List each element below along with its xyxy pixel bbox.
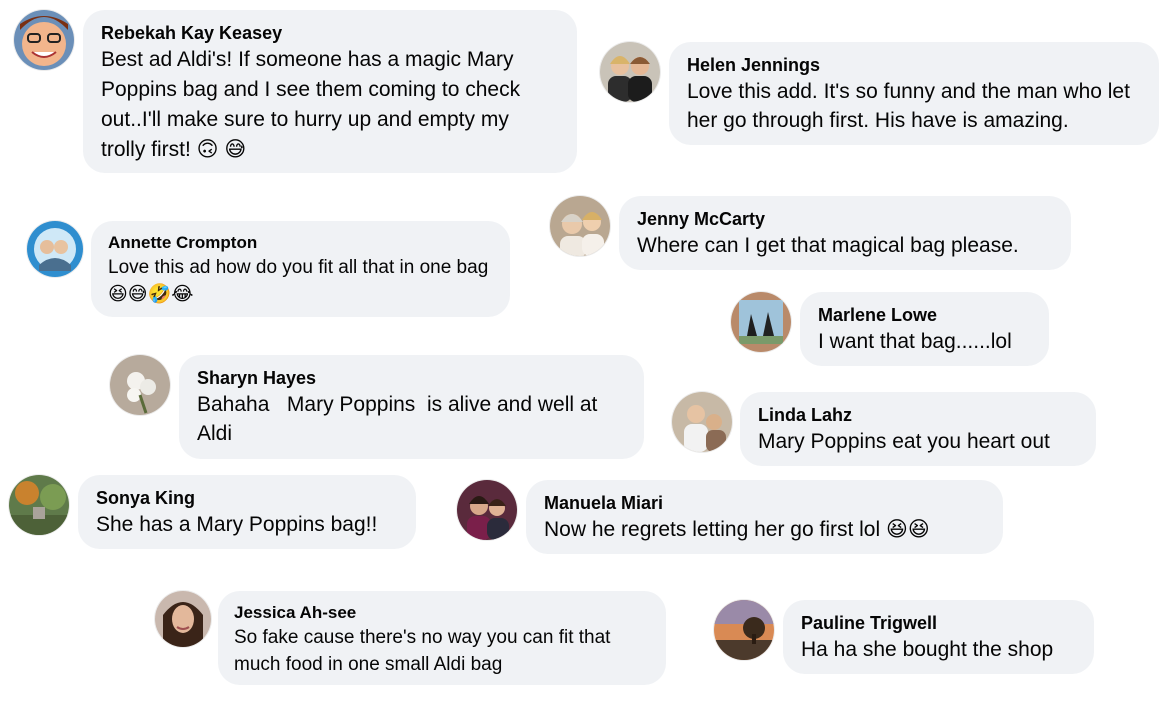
comment-text: She has a Mary Poppins bag!! — [96, 513, 378, 536]
avatar[interactable] — [155, 591, 211, 647]
comment-bubble: Manuela Miari Now he regrets letting her… — [526, 480, 1003, 554]
comment-text: Where can I get that magical bag please. — [637, 234, 1019, 257]
comment-bubble: Linda Lahz Mary Poppins eat you heart ou… — [740, 392, 1096, 466]
avatar[interactable] — [9, 475, 69, 535]
comment-bubble: Sonya King She has a Mary Poppins bag!! — [78, 475, 416, 549]
comment-text: Bahaha Mary Poppins is alive and well at… — [197, 393, 603, 445]
avatar[interactable] — [110, 355, 170, 415]
two-people-photo-avatar-icon — [600, 42, 660, 102]
comment-author[interactable]: Marlene Lowe — [818, 303, 1031, 327]
comment-author[interactable]: Sonya King — [96, 486, 398, 510]
comment-author[interactable]: Helen Jennings — [687, 53, 1141, 77]
comment-bubble: Jenny McCarty Where can I get that magic… — [619, 196, 1071, 270]
avatar[interactable] — [457, 480, 517, 540]
comment-text: Now he regrets letting her go first lol … — [544, 518, 930, 541]
comment-author[interactable]: Jessica Ah-see — [234, 601, 650, 624]
avatar[interactable] — [672, 392, 732, 452]
comment-bubble: Marlene Lowe I want that bag......lol — [800, 292, 1049, 366]
comment-text: Love this ad how do you fit all that in … — [108, 257, 489, 305]
avatar[interactable] — [27, 221, 83, 277]
avatar[interactable] — [714, 600, 774, 660]
people-photo-avatar-icon — [672, 392, 732, 452]
comment-bubble: Annette Crompton Love this ad how do you… — [91, 221, 510, 317]
garden-avatar-icon — [9, 475, 69, 535]
avatar[interactable] — [550, 196, 610, 256]
comment-author[interactable]: Pauline Trigwell — [801, 611, 1076, 635]
two-people-photo-avatar-icon — [550, 196, 610, 256]
framed-photo-avatar-icon — [27, 221, 83, 277]
two-people-photo-avatar-icon — [457, 480, 517, 540]
comment-bubble: Jessica Ah-see So fake cause there's no … — [218, 591, 666, 685]
comment-bubble: Rebekah Kay Keasey Best ad Aldi's! If so… — [83, 10, 577, 173]
comment-bubble: Pauline Trigwell Ha ha she bought the sh… — [783, 600, 1094, 674]
flowers-avatar-icon — [110, 355, 170, 415]
comment-author[interactable]: Annette Crompton — [108, 231, 493, 254]
cartoon-face-avatar-icon — [14, 10, 74, 70]
comment-author[interactable]: Rebekah Kay Keasey — [101, 21, 559, 45]
portrait-avatar-icon — [155, 591, 211, 647]
comment-text: Best ad Aldi's! If someone has a magic M… — [101, 48, 521, 161]
avatar[interactable] — [14, 10, 74, 70]
comment-author[interactable]: Manuela Miari — [544, 491, 985, 515]
comment-text: So fake cause there's no way you can fit… — [234, 627, 611, 675]
comment-bubble: Helen Jennings Love this add. It's so fu… — [669, 42, 1159, 145]
comment-text: Ha ha she bought the shop — [801, 638, 1054, 661]
comment-author[interactable]: Linda Lahz — [758, 403, 1078, 427]
sunset-tree-avatar-icon — [714, 600, 774, 660]
comment-bubble: Sharyn Hayes Bahaha Mary Poppins is aliv… — [179, 355, 644, 459]
comment-text: I want that bag......lol — [818, 330, 1012, 353]
comment-author[interactable]: Sharyn Hayes — [197, 366, 626, 390]
avatar[interactable] — [600, 42, 660, 102]
comment-author[interactable]: Jenny McCarty — [637, 207, 1053, 231]
comment-text: Love this add. It's so funny and the man… — [687, 80, 1130, 132]
birds-painting-avatar-icon — [731, 292, 791, 352]
comment-text: Mary Poppins eat you heart out — [758, 430, 1050, 453]
avatar[interactable] — [731, 292, 791, 352]
